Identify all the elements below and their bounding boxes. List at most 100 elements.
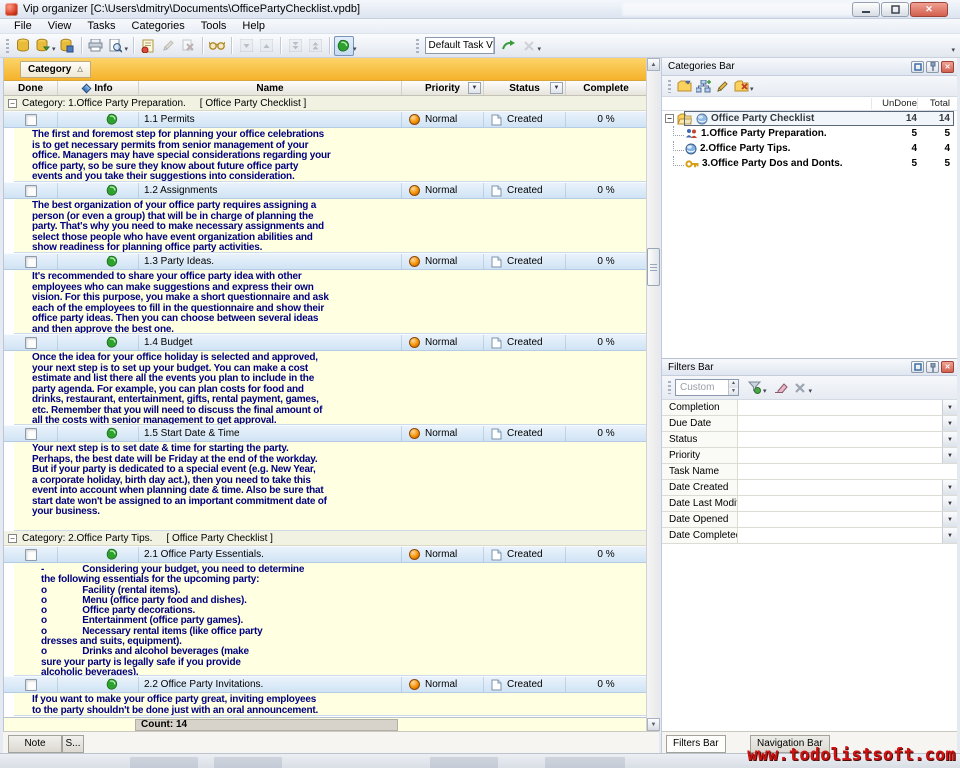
column-header-total[interactable]: Total <box>917 98 957 109</box>
filter-dropdown-icon[interactable]: ▼ <box>942 448 957 463</box>
menu-categories[interactable]: Categories <box>124 19 193 34</box>
task-status[interactable]: Created <box>484 677 566 692</box>
priority-filter-dropdown[interactable]: ▼ <box>468 82 481 94</box>
toolbar-grip[interactable] <box>668 381 671 394</box>
filter-dropdown-icon[interactable]: ▼ <box>942 432 957 447</box>
task-name[interactable]: 1.4 Budget <box>139 335 402 350</box>
move-down-icon[interactable] <box>236 36 256 56</box>
task-view-combobox-spinner[interactable]: ▲▼ <box>493 38 495 53</box>
filter-value-field[interactable] <box>738 416 942 431</box>
print-icon[interactable] <box>86 36 106 56</box>
category-tree-item[interactable]: 2.Office Party Tips.44 <box>662 141 957 156</box>
toolbar-grip[interactable] <box>416 39 419 53</box>
task-view-combobox[interactable]: Default Task V ▲▼ <box>425 37 495 54</box>
category-group-row[interactable]: −Category: 2.Office Party Tips.[ Office … <box>4 531 646 546</box>
collapse-icon[interactable]: − <box>8 534 17 543</box>
categories-close-icon[interactable]: ✕ <box>941 61 954 73</box>
filter-preset-combobox[interactable]: Custom ▲▼ <box>675 379 739 396</box>
delete-category-icon[interactable] <box>732 77 751 95</box>
toolbar-grip[interactable] <box>668 80 671 93</box>
edit-category-icon[interactable] <box>713 77 732 95</box>
status-filter-dropdown[interactable]: ▼ <box>550 82 563 94</box>
task-name[interactable]: 2.2 Office Party Invitations. <box>139 677 402 692</box>
task-row[interactable]: 1.1 PermitsNormalCreated0 % <box>4 111 646 128</box>
clear-filter-icon[interactable] <box>791 379 810 397</box>
move-up-icon[interactable] <box>256 36 276 56</box>
task-priority[interactable]: Normal <box>402 335 484 350</box>
filter-dropdown-icon[interactable]: ▼ <box>942 512 957 527</box>
menu-tools[interactable]: Tools <box>193 19 235 34</box>
filter-value-field[interactable] <box>738 432 942 447</box>
scrollbar-thumb[interactable] <box>647 248 660 286</box>
task-priority[interactable]: Normal <box>402 183 484 198</box>
task-view-icon[interactable] <box>334 36 354 56</box>
task-priority[interactable]: Normal <box>402 112 484 127</box>
delete-task-icon[interactable] <box>178 36 198 56</box>
minimize-button[interactable] <box>852 2 880 17</box>
done-checkbox[interactable] <box>25 679 37 691</box>
add-category-icon[interactable] <box>675 77 694 95</box>
categories-tree-empty-area[interactable] <box>662 171 957 358</box>
filter-preset-icon[interactable] <box>745 379 764 397</box>
save-database-icon[interactable] <box>57 36 77 56</box>
task-name[interactable]: 1.3 Party Ideas. <box>139 254 402 269</box>
open-database-dropdown[interactable]: ▾ <box>52 45 56 53</box>
done-checkbox[interactable] <box>25 114 37 126</box>
tab-subtasks[interactable]: S... <box>62 735 84 753</box>
task-status[interactable]: Created <box>484 335 566 350</box>
filters-close-icon[interactable]: ✕ <box>941 361 954 373</box>
filter-dropdown-icon[interactable]: ▼ <box>942 400 957 415</box>
task-name[interactable]: 2.1 Office Party Essentials. <box>139 547 402 562</box>
menu-help[interactable]: Help <box>234 19 273 34</box>
category-group-row[interactable]: −Category: 1.Office Party Preparation.[ … <box>4 96 646 111</box>
filters-pin-icon[interactable] <box>926 361 939 373</box>
apply-view-icon[interactable] <box>499 36 519 56</box>
filter-value-field[interactable] <box>738 400 942 415</box>
filter-dropdown-icon[interactable]: ▼ <box>942 480 957 495</box>
category-tree-item[interactable]: 3.Office Party Dos and Donts.55 <box>662 156 957 171</box>
task-view-dropdown[interactable]: ▾ <box>353 45 357 53</box>
close-button[interactable]: ✕ <box>910 2 948 17</box>
menu-view[interactable]: View <box>40 19 80 34</box>
column-header-undone[interactable]: UnDone <box>871 98 917 109</box>
category-tree-item[interactable]: 1.Office Party Preparation.55 <box>662 126 957 141</box>
task-row[interactable]: 2.2 Office Party Invitations.NormalCreat… <box>4 676 646 693</box>
done-checkbox[interactable] <box>25 549 37 561</box>
done-checkbox[interactable] <box>25 428 37 440</box>
edit-task-icon[interactable] <box>158 36 178 56</box>
scroll-up-icon[interactable]: ▲ <box>647 58 660 71</box>
column-header-info[interactable]: Info <box>58 81 139 95</box>
categories-pin-icon[interactable] <box>926 61 939 73</box>
tab-filters-bar[interactable]: Filters Bar <box>666 735 726 753</box>
menu-tasks[interactable]: Tasks <box>79 19 123 34</box>
task-name[interactable]: 1.5 Start Date & Time <box>139 426 402 441</box>
done-checkbox[interactable] <box>25 256 37 268</box>
task-priority[interactable]: Normal <box>402 547 484 562</box>
task-priority[interactable]: Normal <box>402 254 484 269</box>
column-header-done[interactable]: Done <box>4 81 58 95</box>
filter-value-field[interactable] <box>738 480 942 495</box>
task-row[interactable]: 1.2 AssignmentsNormalCreated0 % <box>4 182 646 199</box>
filter-value-field[interactable] <box>738 448 942 463</box>
task-status[interactable]: Created <box>484 547 566 562</box>
move-top-icon[interactable] <box>305 36 325 56</box>
column-header-status[interactable]: Status▼ <box>484 81 566 95</box>
filter-dropdown-icon[interactable]: ▼ <box>942 416 957 431</box>
toolbar-overflow-icon[interactable]: ▾ <box>951 46 955 54</box>
categories-toolbar-dropdown[interactable]: ▾ <box>750 85 754 93</box>
task-row[interactable]: 1.3 Party Ideas.NormalCreated0 % <box>4 253 646 270</box>
task-priority[interactable]: Normal <box>402 677 484 692</box>
collapse-icon[interactable]: − <box>665 114 674 123</box>
new-database-icon[interactable] <box>13 36 33 56</box>
collapse-icon[interactable]: − <box>8 99 17 108</box>
task-status[interactable]: Created <box>484 426 566 441</box>
filter-value-field[interactable] <box>738 512 942 527</box>
toolbar-grip[interactable] <box>6 39 9 53</box>
done-checkbox[interactable] <box>25 337 37 349</box>
new-task-icon[interactable] <box>138 36 158 56</box>
task-name[interactable]: 1.1 Permits <box>139 112 402 127</box>
filters-restore-icon[interactable] <box>911 361 924 373</box>
categories-restore-icon[interactable] <box>911 61 924 73</box>
task-status[interactable]: Created <box>484 254 566 269</box>
menu-file[interactable]: File <box>6 19 40 34</box>
